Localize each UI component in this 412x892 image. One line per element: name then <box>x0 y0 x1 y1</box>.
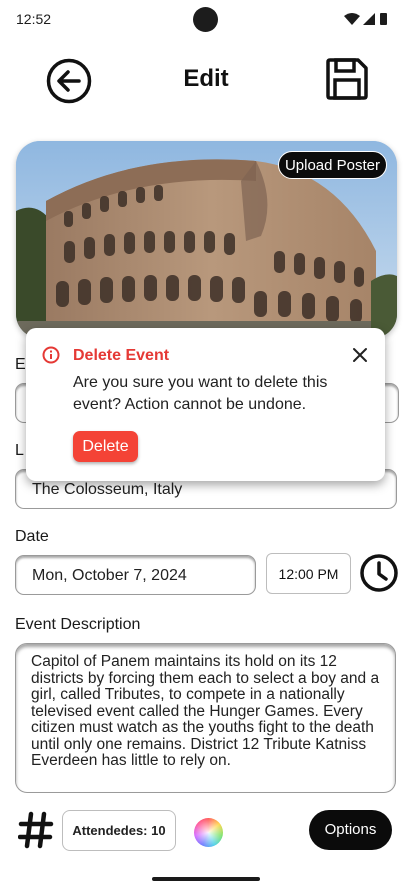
options-button[interactable]: Options <box>309 810 392 850</box>
info-icon <box>42 346 60 364</box>
date-label: Date <box>15 528 49 545</box>
color-wheel-icon[interactable] <box>194 818 223 847</box>
hashtag-icon[interactable] <box>18 810 54 850</box>
wifi-icon <box>344 13 360 25</box>
status-time: 12:52 <box>16 11 52 27</box>
battery-icon <box>380 13 387 25</box>
home-indicator[interactable] <box>152 877 260 881</box>
dialog-title: Delete Event <box>73 347 170 364</box>
event-name-label: E <box>15 356 26 373</box>
location-label: L <box>15 442 24 459</box>
description-textarea[interactable]: Capitol of Panem maintains its hold on i… <box>15 643 396 793</box>
upload-poster-button[interactable]: Upload Poster <box>277 151 387 179</box>
top-app-bar: Edit <box>0 50 412 110</box>
bottom-toolbar: Attendedes: 10 Options <box>0 805 412 855</box>
signal-icon <box>363 13 375 25</box>
clock-icon[interactable] <box>359 553 399 593</box>
close-icon[interactable] <box>352 347 368 363</box>
status-icons <box>344 13 387 25</box>
attendees-button[interactable]: Attendedes: 10 <box>62 810 176 851</box>
camera-cutout <box>193 7 218 32</box>
delete-event-dialog: Delete Event Are you sure you want to de… <box>26 328 385 481</box>
dialog-message: Are you sure you want to delete this eve… <box>73 374 328 413</box>
time-input[interactable]: 12:00 PM <box>266 553 351 594</box>
description-label: Event Description <box>15 616 141 633</box>
event-poster[interactable]: Upload Poster <box>16 141 397 338</box>
date-input[interactable]: Mon, October 7, 2024 <box>15 555 256 595</box>
status-bar: 12:52 <box>0 0 412 40</box>
delete-button[interactable]: Delete <box>73 431 138 462</box>
save-icon[interactable] <box>324 56 370 102</box>
